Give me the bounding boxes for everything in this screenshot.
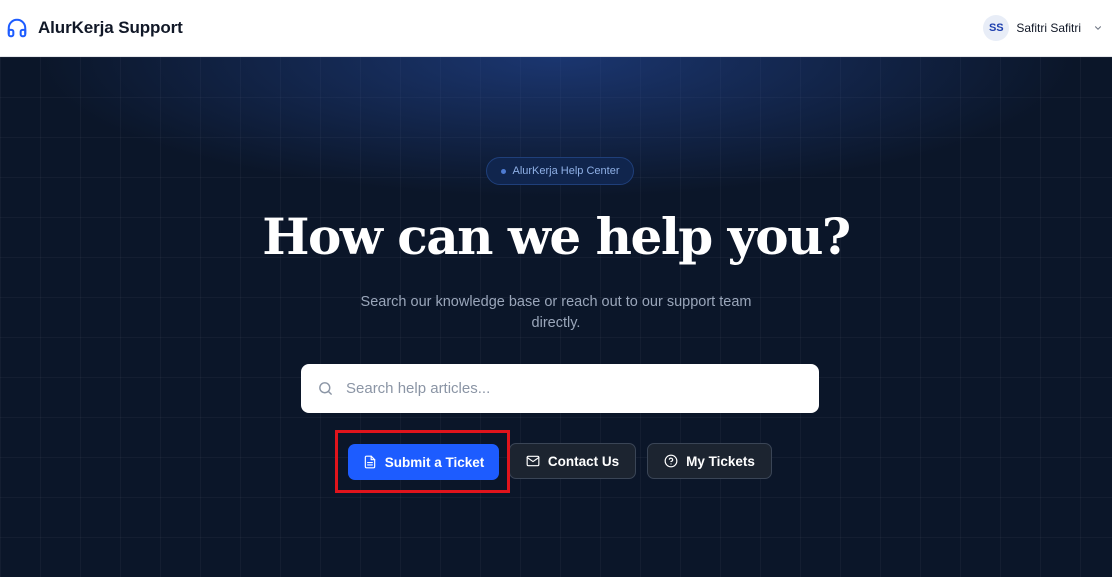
search-icon	[316, 380, 334, 398]
avatar: SS	[983, 15, 1010, 41]
brand[interactable]: AlurKerja Support	[6, 17, 183, 39]
mail-icon	[526, 454, 540, 468]
user-name: Safitri Safitri	[1016, 21, 1081, 35]
my-tickets-label: My Tickets	[686, 453, 755, 469]
user-menu[interactable]: SS Safitri Safitri	[983, 15, 1104, 41]
search-input[interactable]	[346, 380, 819, 397]
contact-us-button[interactable]: Contact Us	[509, 443, 636, 479]
document-icon	[363, 455, 377, 469]
help-center-badge: AlurKerja Help Center	[486, 157, 634, 185]
my-tickets-button[interactable]: My Tickets	[647, 443, 772, 479]
hero-section: AlurKerja Help Center How can we help yo…	[0, 57, 1112, 577]
hero-subtitle: Search our knowledge base or reach out t…	[360, 294, 752, 331]
headphones-icon	[6, 17, 28, 39]
submit-ticket-button[interactable]: Submit a Ticket	[348, 444, 499, 480]
contact-us-label: Contact Us	[547, 453, 620, 469]
search-bar[interactable]	[301, 364, 819, 413]
top-navbar: AlurKerja Support SS Safitri Safitri	[0, 0, 1112, 57]
chevron-down-icon[interactable]	[1092, 22, 1104, 34]
badge-dot	[500, 168, 506, 174]
submit-ticket-label: Submit a Ticket	[384, 454, 485, 470]
brand-name: AlurKerja Support	[38, 18, 183, 37]
page-title: How can we help you?	[262, 207, 851, 266]
help-circle-icon	[664, 454, 678, 468]
badge-label: AlurKerja Help Center	[512, 165, 620, 177]
